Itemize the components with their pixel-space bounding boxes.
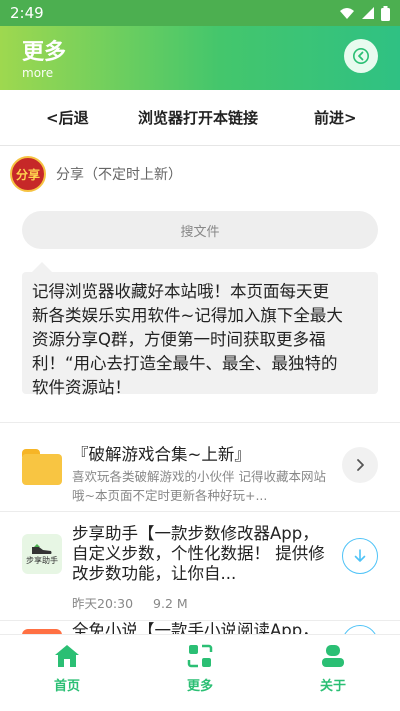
nav-back-link[interactable]: <后退 bbox=[46, 107, 89, 128]
tab-more[interactable]: 更多 bbox=[160, 643, 240, 703]
page-title: 更多 bbox=[22, 40, 67, 65]
nav-forward-link[interactable]: 前进> bbox=[314, 107, 357, 128]
user-icon bbox=[322, 645, 344, 667]
folder-icon bbox=[22, 449, 62, 485]
download-button[interactable] bbox=[342, 538, 378, 574]
tab-home-label: 首页 bbox=[53, 679, 80, 694]
page-header: 更多 more bbox=[0, 26, 400, 90]
notice-line: 记得浏览器收藏好本站哦！本页面每天更 bbox=[32, 282, 329, 301]
item-size: 9.2 M bbox=[153, 596, 188, 611]
notice-line: 软件资源站！ bbox=[32, 378, 131, 397]
back-button[interactable] bbox=[344, 39, 378, 73]
item-desc-line: 哦~本页面不定时更新各种好玩+... bbox=[72, 488, 268, 503]
list-item[interactable]: 『破解游戏合集~上新』 喜欢玩各类破解游戏的小伙伴 记得收藏本网站 哦~本页面不… bbox=[0, 422, 400, 510]
share-row: 分享 分享（不定时上新） bbox=[0, 152, 400, 196]
avatar[interactable]: 分享 bbox=[10, 156, 46, 192]
shoe-icon bbox=[32, 543, 52, 554]
status-time: 2:49 bbox=[10, 4, 44, 22]
bottom-tab-bar: 首页 更多 关于 bbox=[0, 634, 400, 711]
item-title-line: 自定义步数，个性化数据！ 提供修 bbox=[72, 544, 325, 563]
download-icon bbox=[354, 549, 366, 562]
battery-icon bbox=[381, 5, 390, 21]
signal-icon bbox=[362, 7, 374, 19]
home-icon bbox=[55, 645, 79, 667]
item-title: 『破解游戏合集~上新』 bbox=[72, 445, 251, 464]
status-bar: 2:49 bbox=[0, 0, 400, 26]
notice-line: 利！“用心去打造全最牛、最全、最独特的 bbox=[32, 354, 338, 373]
share-caption: 分享（不定时上新） bbox=[56, 167, 182, 183]
item-title-line: 改步数功能，让你自... bbox=[72, 564, 237, 583]
tab-about-label: 关于 bbox=[319, 679, 346, 694]
search-file-button[interactable]: 搜文件 bbox=[22, 211, 378, 249]
chevron-left-icon bbox=[353, 48, 369, 64]
item-date: 昨天20:30 bbox=[72, 596, 134, 611]
item-desc-line: 喜欢玩各类破解游戏的小伙伴 记得收藏本网站 bbox=[72, 469, 326, 484]
browser-nav: <后退 浏览器打开本链接 前进> bbox=[0, 90, 400, 146]
item-title-line: 步享助手【一款步数修改器App， bbox=[72, 524, 319, 543]
app-icon-label: 步享助手 bbox=[26, 555, 58, 565]
tab-about[interactable]: 关于 bbox=[293, 643, 373, 703]
item-meta: 昨天20:30 9.2 M bbox=[72, 593, 208, 612]
open-folder-button[interactable] bbox=[342, 447, 378, 483]
notice-line: 资源分享Q群，方便第一时间获取更多福 bbox=[32, 330, 326, 349]
notice-line: 新各类娱乐实用软件~记得加入旗下全最大 bbox=[32, 306, 343, 325]
system-icons bbox=[339, 5, 390, 21]
list-item[interactable]: 步享助手 步享助手【一款步数修改器App， 自定义步数，个性化数据！ 提供修 改… bbox=[0, 511, 400, 619]
tab-more-label: 更多 bbox=[186, 679, 213, 694]
tab-home[interactable]: 首页 bbox=[27, 643, 107, 703]
wifi-icon bbox=[340, 8, 354, 19]
more-icon bbox=[187, 644, 213, 668]
app-icon: 步享助手 bbox=[22, 534, 62, 574]
chevron-right-icon bbox=[357, 459, 364, 471]
notice-bubble: 记得浏览器收藏好本站哦！本页面每天更 新各类娱乐实用软件~记得加入旗下全最大 资… bbox=[22, 262, 378, 397]
open-in-browser-link[interactable]: 浏览器打开本链接 bbox=[138, 107, 258, 128]
search-label: 搜文件 bbox=[180, 224, 220, 240]
avatar-label: 分享 bbox=[15, 167, 40, 182]
page-subtitle: more bbox=[22, 66, 54, 80]
